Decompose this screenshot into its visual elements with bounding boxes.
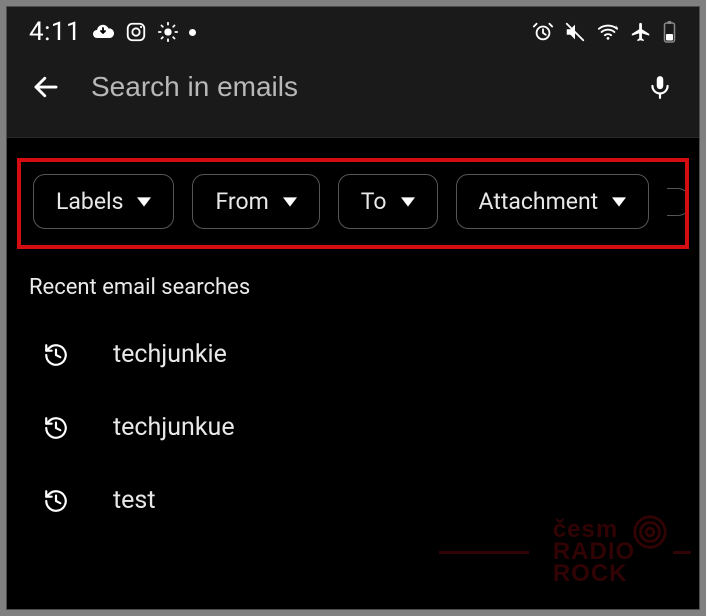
filter-chip-labels[interactable]: Labels	[33, 174, 174, 229]
status-bar: 4:11 +	[7, 7, 699, 53]
chip-label: Labels	[56, 188, 123, 215]
instagram-icon	[125, 21, 147, 43]
search-header	[7, 53, 699, 138]
watermark-line: RADIO	[553, 541, 635, 563]
filter-chip-from[interactable]: From	[192, 174, 319, 229]
search-input[interactable]	[91, 71, 615, 103]
recent-item-label: test	[113, 486, 156, 515]
recent-heading: Recent email searches	[7, 249, 699, 310]
filter-chip-to[interactable]: To	[338, 174, 438, 229]
recent-list: techjunkie techjunkue test	[7, 310, 699, 537]
watermark-line: ROCK	[553, 563, 635, 585]
chevron-down-icon	[283, 197, 297, 207]
wifi-icon: +	[596, 21, 620, 43]
status-bar-left: 4:11	[29, 17, 196, 47]
chevron-down-icon	[137, 197, 151, 207]
clock: 4:11	[29, 17, 81, 47]
status-bar-right: +	[532, 20, 677, 44]
recent-item-label: techjunkue	[113, 413, 235, 442]
app-screen: 4:11 +	[6, 6, 700, 610]
dot-icon	[189, 29, 196, 36]
filter-chips-row: Labels From To Attachment	[17, 158, 689, 249]
cloud-download-icon	[91, 20, 115, 44]
recent-item[interactable]: test	[7, 464, 699, 537]
alarm-icon	[532, 21, 554, 43]
chip-label: Attachment	[479, 188, 599, 215]
chevron-down-icon	[401, 197, 415, 207]
airplane-icon	[630, 21, 652, 43]
mic-button[interactable]	[645, 72, 675, 102]
history-icon	[43, 342, 69, 368]
battery-icon	[662, 20, 677, 44]
recent-item[interactable]: techjunkue	[7, 391, 699, 464]
mute-icon	[564, 21, 586, 43]
chip-label: To	[361, 188, 387, 215]
recent-item-label: techjunkie	[113, 340, 227, 369]
sun-icon	[157, 21, 179, 43]
history-icon	[43, 415, 69, 441]
svg-text:+: +	[614, 23, 618, 31]
back-button[interactable]	[31, 72, 61, 102]
filter-chip-more[interactable]	[667, 188, 689, 216]
chevron-down-icon	[612, 197, 626, 207]
recent-item[interactable]: techjunkie	[7, 318, 699, 391]
filter-chip-attachment[interactable]: Attachment	[456, 174, 650, 229]
chip-label: From	[215, 188, 268, 215]
history-icon	[43, 488, 69, 514]
